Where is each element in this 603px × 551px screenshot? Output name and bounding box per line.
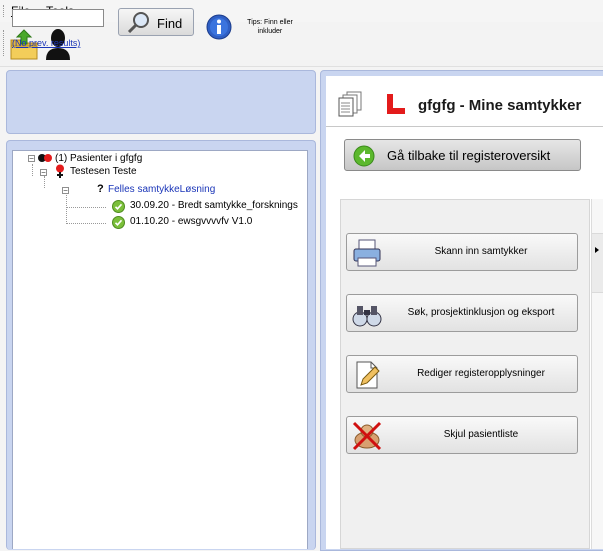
patient-icon: [56, 164, 64, 178]
tree-patient-label[interactable]: Testesen Teste: [70, 166, 137, 178]
back-button-label: Gå tilbake til registeroversikt: [387, 148, 551, 163]
back-to-register-overview-button[interactable]: Gå tilbake til registeroversikt: [344, 139, 581, 171]
page-title: gfgfg - Mine samtykker: [418, 97, 582, 114]
tree-line: [66, 223, 106, 224]
tree-line: [44, 176, 45, 188]
tree-expander[interactable]: −: [28, 155, 35, 163]
prev-results-link[interactable]: (No prev. results): [12, 38, 80, 48]
tree-expander[interactable]: −: [62, 187, 69, 195]
tree-expander[interactable]: −: [40, 169, 47, 177]
action-label: Skjul pasientliste: [443, 429, 519, 440]
tree-line: [66, 207, 106, 208]
binoculars-icon: [352, 306, 382, 327]
side-strip-section[interactable]: [592, 233, 603, 293]
scan-consents-button[interactable]: Skann inn samtykker: [346, 233, 578, 271]
magnifier-icon: [127, 12, 149, 33]
find-button[interactable]: Find: [118, 8, 194, 36]
printer-icon: [353, 239, 381, 267]
question-icon: ?: [97, 183, 104, 195]
header-divider: [326, 126, 603, 127]
search-project-export-button[interactable]: Søk, prosjektinklusjon og eksport: [346, 294, 578, 332]
red-l-logo-icon: [387, 94, 405, 114]
toolbar-grip: [3, 30, 6, 56]
search-input[interactable]: [12, 9, 104, 27]
action-label: Søk, prosjektinklusjon og eksport: [407, 307, 555, 318]
menu-grip: [3, 5, 6, 17]
tips-text: Tips: Finn eller inkluder: [247, 19, 293, 35]
tree-group-label[interactable]: Felles samtykkeLøsning: [108, 184, 215, 196]
search-panel: [6, 70, 316, 134]
hide-patient-list-icon: [352, 421, 382, 451]
edit-register-info-button[interactable]: Rediger registeropplysninger: [346, 355, 578, 393]
hide-patient-list-button[interactable]: Skjul pasientliste: [346, 416, 578, 454]
back-arrow-icon: [353, 145, 375, 167]
action-label: Skann inn samtykker: [434, 246, 528, 257]
action-label: Rediger registeropplysninger: [417, 368, 545, 379]
tree-root-label[interactable]: (1) Pasienter i gfgfg: [55, 153, 142, 165]
info-icon[interactable]: [206, 14, 232, 40]
tree-line: [32, 164, 33, 176]
check-icon: [112, 216, 125, 229]
documents-icon: [338, 91, 362, 117]
check-icon: [112, 200, 125, 213]
tree-item[interactable]: 30.09.20 - Bredt samtykke_forsknings: [130, 200, 306, 212]
expand-arrow-icon[interactable]: [595, 247, 599, 253]
edit-document-icon: [356, 361, 380, 389]
find-label: Find: [157, 16, 183, 31]
patients-group-icon: [38, 154, 52, 162]
tree-item[interactable]: 01.10.20 - ewsgvvvvfv V1.0: [130, 216, 252, 228]
tree-line: [66, 195, 67, 224]
